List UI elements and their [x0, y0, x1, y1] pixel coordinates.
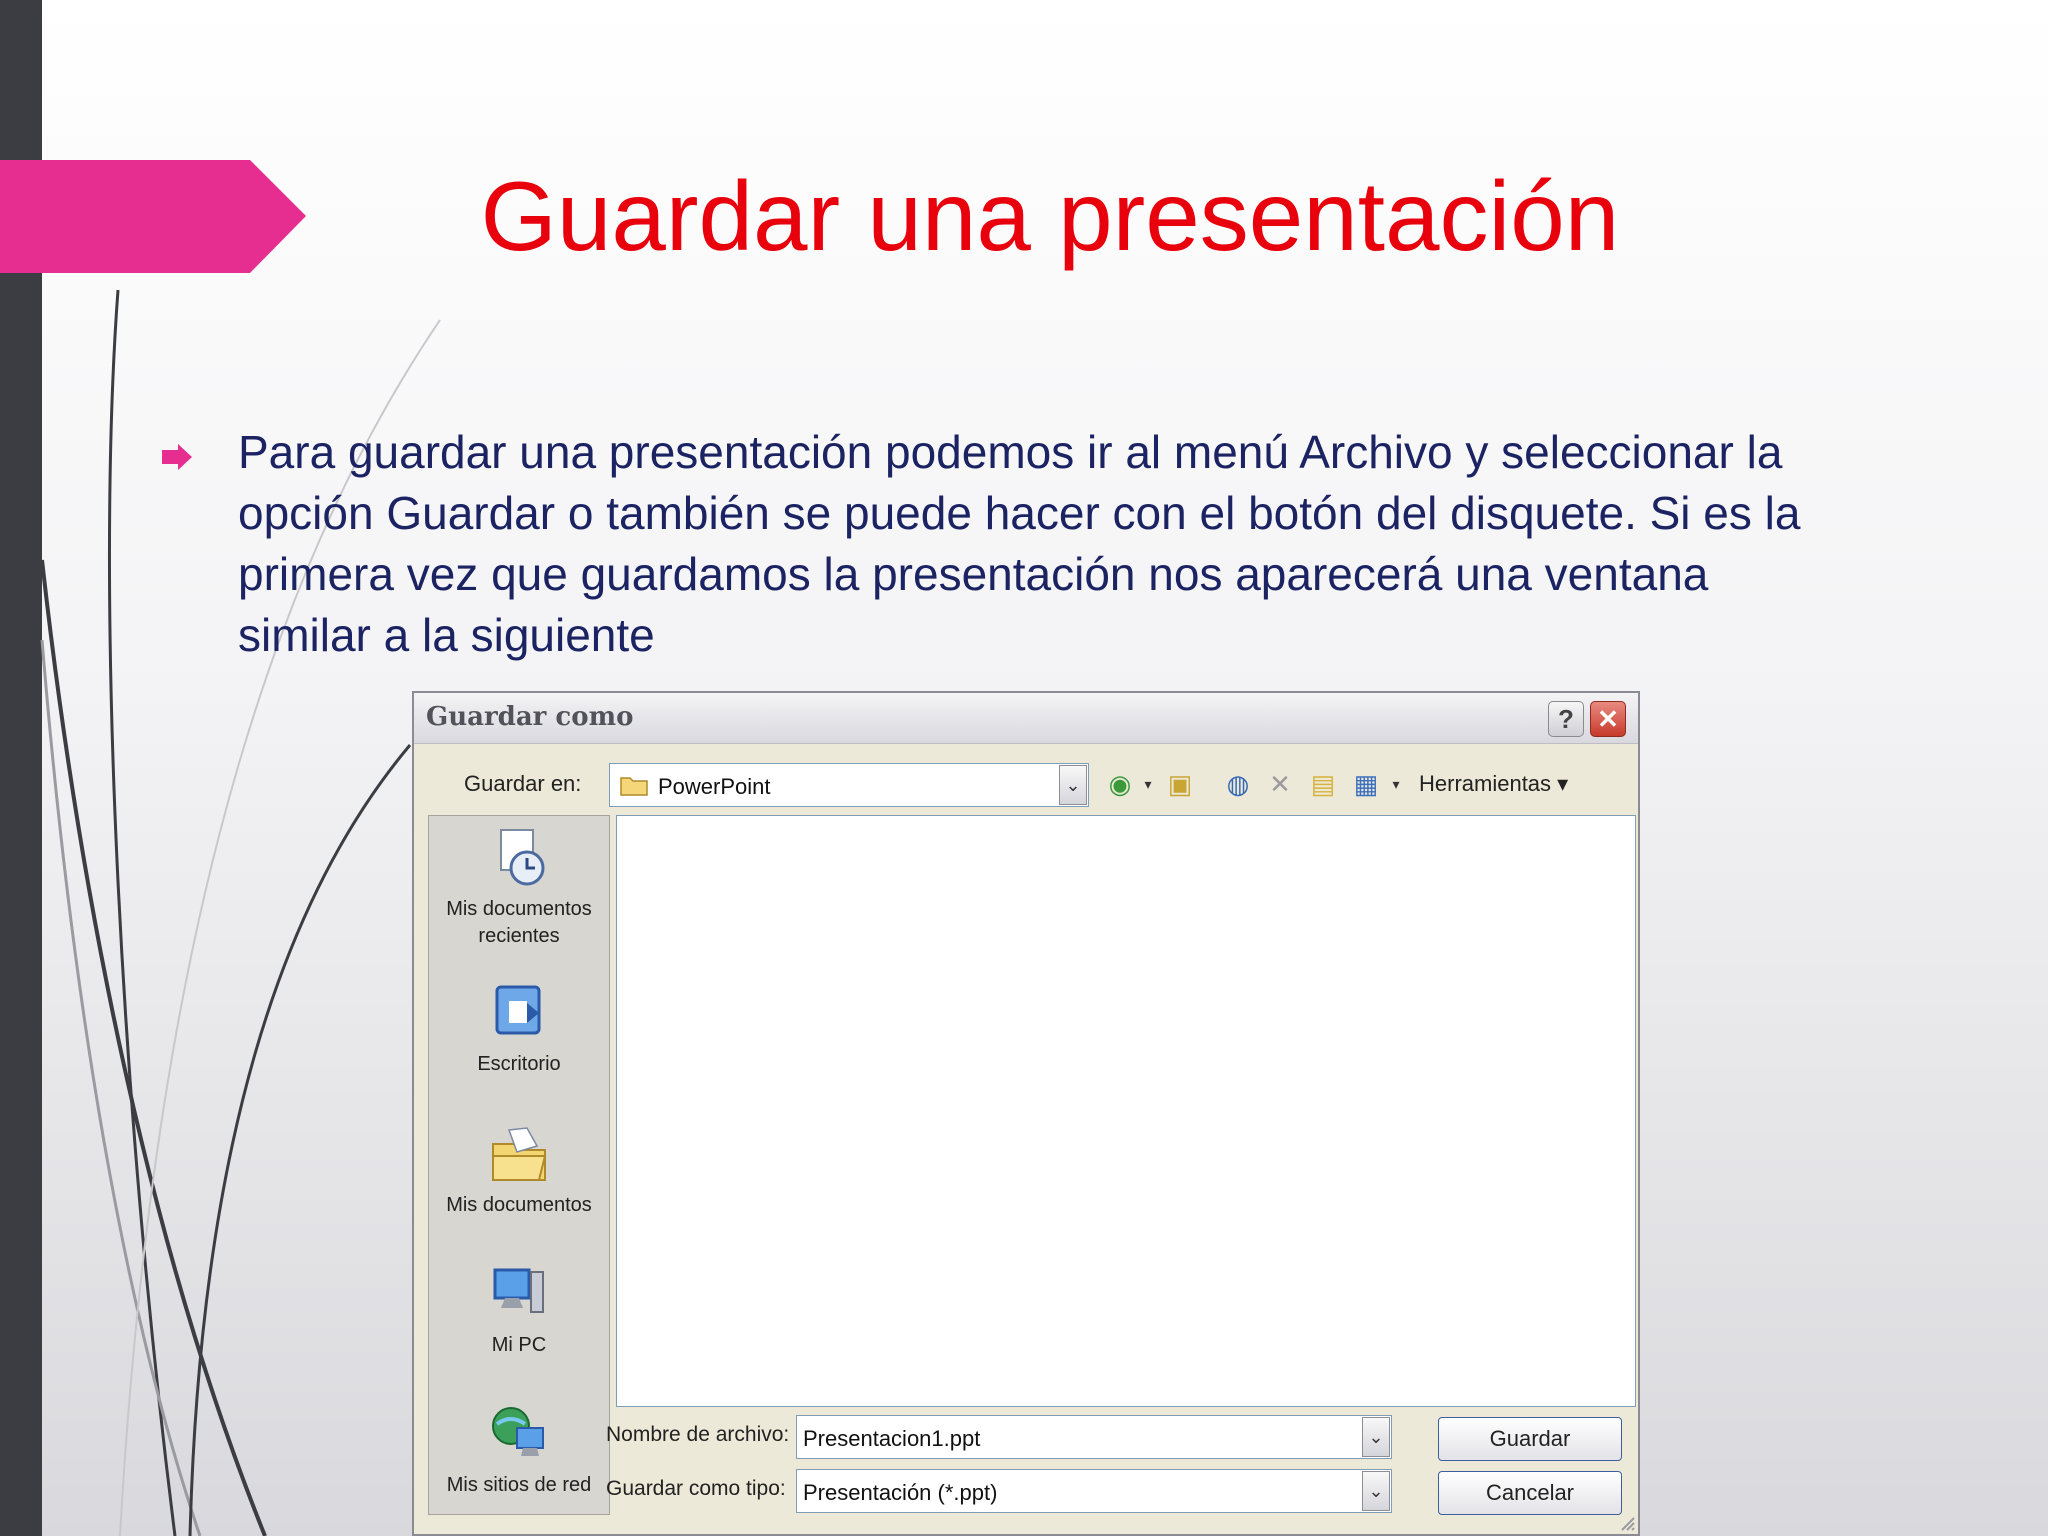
- file-name-value: Presentacion1.ppt: [803, 1426, 981, 1451]
- save-in-label: Guardar en:: [464, 771, 582, 796]
- recent-documents-icon: [500, 829, 545, 886]
- current-folder-name: PowerPoint: [658, 774, 771, 799]
- my-computer-icon: [493, 1268, 544, 1313]
- place-label: Mi PC: [491, 1334, 547, 1356]
- place-my-documents[interactable]: Mis documentos: [429, 1122, 609, 1219]
- save-in-dropdown[interactable]: PowerPoint ⌄: [609, 763, 1089, 807]
- title-accent-arrow: [0, 160, 306, 273]
- file-type-label: Guardar como tipo:: [606, 1477, 786, 1500]
- delete-icon[interactable]: ✕: [1264, 768, 1296, 800]
- chevron-down-icon[interactable]: ⌄: [1362, 1417, 1390, 1457]
- desktop-icon: [495, 985, 541, 1035]
- chevron-down-icon[interactable]: ⌄: [1362, 1471, 1390, 1511]
- my-documents-icon: [492, 1127, 547, 1181]
- chevron-down-icon[interactable]: ⌄: [1059, 765, 1087, 805]
- save-button[interactable]: Guardar: [1438, 1417, 1622, 1461]
- place-recent-documents[interactable]: Mis documentos recientes: [429, 826, 609, 950]
- place-label: Escritorio: [477, 1053, 561, 1075]
- search-web-icon[interactable]: ◍: [1222, 768, 1254, 800]
- help-button[interactable]: ?: [1548, 701, 1584, 737]
- network-places-icon: [492, 1407, 544, 1456]
- place-network-places[interactable]: Mis sitios de red: [429, 1402, 609, 1499]
- views-icon[interactable]: ▦: [1350, 768, 1382, 800]
- bullet-arrow-icon: [162, 444, 192, 470]
- place-label: Mis documentos recientes: [446, 898, 592, 947]
- dialog-titlebar[interactable]: Guardar como ? ✕: [414, 693, 1638, 744]
- close-button[interactable]: ✕: [1590, 701, 1626, 737]
- tools-menu[interactable]: Herramientas ▾: [1419, 771, 1568, 797]
- file-name-input[interactable]: Presentacion1.ppt ⌄: [796, 1415, 1392, 1459]
- file-type-value: Presentación (*.ppt): [803, 1480, 998, 1505]
- slide-title: Guardar una presentación: [480, 161, 1620, 271]
- place-my-computer[interactable]: Mi PC: [429, 1262, 609, 1359]
- views-dropdown-icon[interactable]: ▾: [1380, 768, 1412, 800]
- file-type-select[interactable]: Presentación (*.ppt) ⌄: [796, 1469, 1392, 1513]
- place-label: Mis sitios de red: [446, 1474, 592, 1496]
- back-dropdown-icon[interactable]: ▾: [1132, 768, 1164, 800]
- place-desktop[interactable]: Escritorio: [429, 981, 609, 1078]
- cancel-button[interactable]: Cancelar: [1438, 1471, 1622, 1515]
- file-list[interactable]: [616, 815, 1636, 1407]
- dialog-title: Guardar como: [426, 702, 634, 732]
- place-label: Mis documentos: [446, 1194, 592, 1216]
- up-folder-icon[interactable]: ▣: [1164, 768, 1196, 800]
- save-as-dialog: Guardar como ? ✕ Guardar en: PowerPoint …: [412, 691, 1640, 1536]
- folder-icon: [620, 777, 648, 796]
- new-folder-icon[interactable]: ▤: [1307, 768, 1339, 800]
- slide-body-text: Para guardar una presentación podemos ir…: [238, 426, 1801, 661]
- resize-grip-icon[interactable]: [1617, 1513, 1635, 1531]
- file-name-label: Nombre de archivo:: [606, 1423, 790, 1446]
- places-bar: Mis documentos recientes Escritorio Mis …: [428, 815, 610, 1515]
